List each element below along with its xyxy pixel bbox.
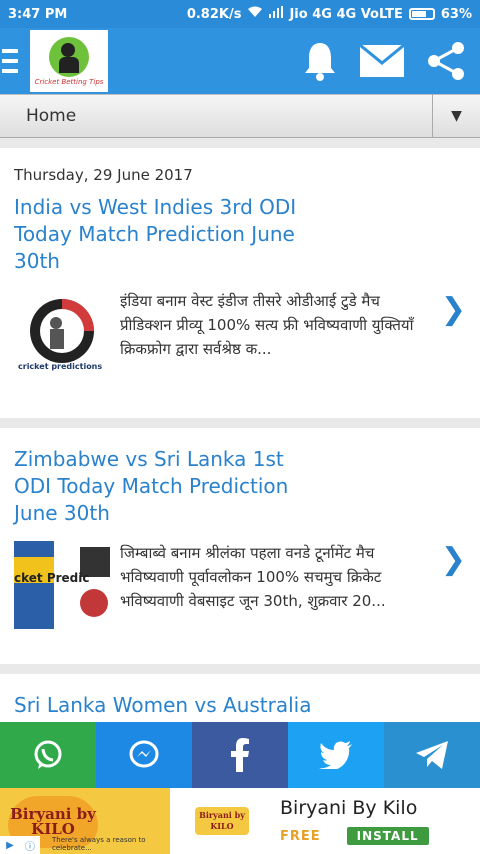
page-select[interactable]: Home ▼: [0, 94, 480, 138]
cricket-player-icon: [49, 36, 89, 77]
post-feed: Thursday, 29 June 2017 India vs West Ind…: [0, 148, 480, 804]
post-title[interactable]: Sri Lanka Women vs Australia: [14, 692, 354, 719]
ad-app-icon[interactable]: Biryani by KILO: [178, 795, 266, 847]
facebook-share-button[interactable]: [192, 722, 288, 788]
messenger-icon: [129, 740, 159, 768]
facebook-icon: [231, 738, 249, 772]
ad-banner[interactable]: Biryani by KILO There's always a reason …: [0, 788, 480, 854]
post-card[interactable]: Thursday, 29 June 2017 India vs West Ind…: [0, 148, 480, 418]
messenger-share-button[interactable]: [96, 722, 192, 788]
battery-icon: [408, 8, 435, 20]
ad-play-icon[interactable]: ▶: [0, 836, 20, 854]
chevron-right-icon[interactable]: ❯: [441, 292, 466, 327]
post-date: Thursday, 29 June 2017: [14, 166, 193, 184]
share-icon[interactable]: [426, 41, 466, 81]
post-thumbnail[interactable]: cket Predic: [14, 541, 110, 629]
mail-icon[interactable]: [360, 45, 404, 77]
battery-level: 63%: [440, 6, 472, 22]
share-bar: [0, 722, 480, 788]
carrier-label: Jio 4G 4G VoLTE: [289, 6, 403, 22]
status-time: 3:47 PM: [8, 6, 68, 22]
signal-icon: [269, 6, 284, 22]
post-thumbnail[interactable]: cricket predictions: [14, 289, 110, 377]
page-select-value: Home: [26, 106, 77, 126]
post-card[interactable]: Zimbabwe vs Sri Lanka 1st ODI Today Matc…: [0, 428, 480, 664]
logo-caption: Cricket Betting Tips: [34, 77, 104, 86]
chevron-down-icon[interactable]: ▼: [432, 94, 480, 138]
post-title[interactable]: India vs West Indies 3rd ODI Today Match…: [14, 194, 324, 275]
post-excerpt: इंडिया बनाम वेस्ट इंडीज तीसरे ओडीआई टुडे…: [120, 292, 414, 358]
telegram-icon: [416, 741, 448, 769]
post-excerpt: जिम्बाब्वे बनाम श्रीलंका पहला वनडे टूर्न…: [120, 544, 386, 610]
twitter-icon: [319, 741, 352, 769]
whatsapp-icon: [34, 740, 62, 769]
install-button[interactable]: INSTALL: [346, 827, 429, 845]
post-title[interactable]: Zimbabwe vs Sri Lanka 1st ODI Today Matc…: [14, 446, 324, 527]
whatsapp-share-button[interactable]: [0, 722, 96, 788]
network-speed: 0.82K/s: [186, 6, 242, 22]
site-logo[interactable]: Cricket Betting Tips: [30, 30, 108, 92]
wifi-icon: [247, 6, 263, 22]
status-indicators: 0.82K/s Jio 4G 4G VoLTE 63%: [187, 6, 472, 22]
thumb-caption: cket Predic: [14, 571, 90, 585]
chevron-right-icon[interactable]: ❯: [441, 542, 466, 577]
telegram-share-button[interactable]: [384, 722, 480, 788]
app-bar: Cricket Betting Tips: [0, 28, 480, 94]
ad-info-icon[interactable]: ⓘ: [20, 836, 40, 854]
twitter-share-button[interactable]: [288, 722, 384, 788]
thumb-caption: cricket predictions: [18, 362, 103, 371]
menu-icon[interactable]: [0, 28, 30, 94]
ad-app-name[interactable]: Biryani By Kilo: [280, 797, 429, 819]
bell-icon[interactable]: [302, 41, 338, 81]
ad-tagline: There's always a reason to celebrate...: [52, 836, 146, 852]
status-bar: 3:47 PM 0.82K/s Jio 4G 4G VoLTE 63%: [0, 0, 480, 28]
ad-price: FREE: [280, 828, 321, 844]
